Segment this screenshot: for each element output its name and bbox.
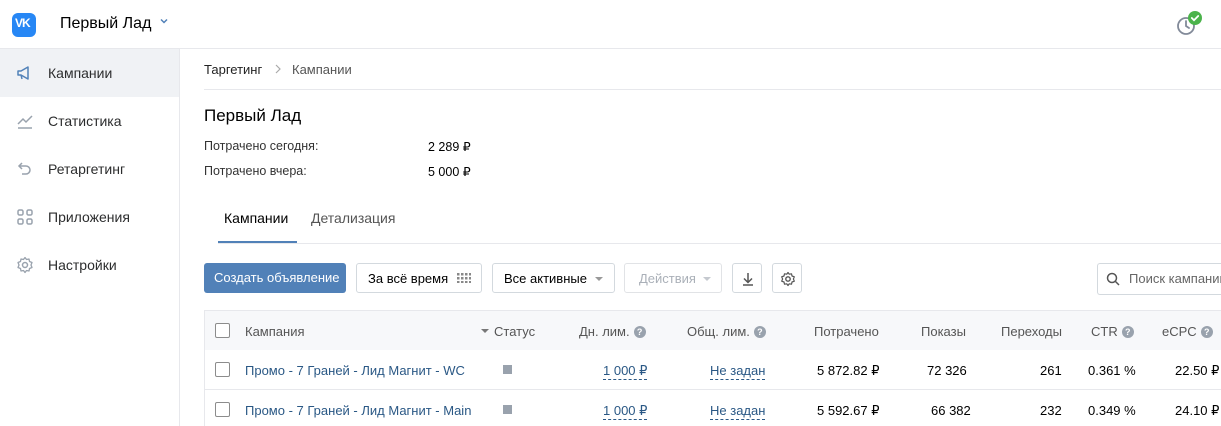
help-icon[interactable]: ? bbox=[1121, 326, 1134, 338]
moderation-status-button[interactable] bbox=[1175, 11, 1205, 41]
campaign-name-link[interactable]: Промо - 7 Граней - Лид Магнит - WC bbox=[245, 363, 465, 378]
download-icon bbox=[743, 273, 753, 286]
ecpc-value: 22.50 ₽ bbox=[1175, 363, 1220, 378]
campaign-search[interactable] bbox=[1097, 263, 1221, 295]
daily-limit-link[interactable]: 1 000 ₽ bbox=[603, 363, 648, 380]
table-row[interactable]: Промо - 7 Граней - Лид Магнит - Main 1 0… bbox=[204, 390, 1221, 426]
megaphone-icon bbox=[17, 66, 29, 80]
col-daily-limit[interactable]: Дн. лим.? bbox=[579, 324, 646, 339]
main-content: Таргетинг Кампании Первый Лад Потрачено … bbox=[180, 49, 1221, 426]
gear-icon bbox=[781, 271, 795, 287]
help-icon[interactable]: ? bbox=[753, 326, 766, 338]
row-checkbox[interactable] bbox=[215, 402, 230, 417]
retarget-icon bbox=[17, 162, 31, 175]
apps-icon bbox=[17, 209, 33, 225]
col-total-limit[interactable]: Общ. лим.? bbox=[687, 324, 766, 339]
chevron-down-icon bbox=[595, 277, 603, 281]
col-campaign[interactable]: Кампания bbox=[245, 324, 305, 339]
tab-details[interactable]: Детализация bbox=[311, 210, 395, 226]
clicks-value: 261 bbox=[1040, 363, 1062, 378]
actions-dropdown[interactable]: Действия bbox=[624, 263, 722, 293]
select-all-checkbox[interactable] bbox=[215, 323, 230, 338]
chevron-down-icon bbox=[703, 277, 711, 281]
chevron-right-icon bbox=[275, 64, 281, 74]
sidebar-item-label: Настройки bbox=[48, 257, 117, 273]
sidebar-item-statistics[interactable]: Статистика bbox=[0, 97, 179, 145]
help-icon[interactable]: ? bbox=[1200, 326, 1213, 338]
sidebar: Кампании Статистика Ретаргетинг Приложен… bbox=[0, 49, 180, 426]
table-settings-button[interactable] bbox=[772, 263, 802, 293]
col-ecpc[interactable]: eCPC? bbox=[1162, 324, 1213, 339]
spent-yesterday-value: 5 000 ₽ bbox=[428, 165, 471, 179]
search-icon bbox=[1106, 272, 1120, 286]
status-indicator bbox=[503, 365, 512, 374]
tab-campaigns[interactable]: Кампании bbox=[224, 210, 288, 226]
col-clicks[interactable]: Переходы bbox=[1001, 324, 1062, 339]
spent-yesterday-label: Потрачено вчера: bbox=[204, 164, 307, 178]
sidebar-item-label: Ретаргетинг bbox=[48, 161, 126, 177]
table-row[interactable]: Промо - 7 Граней - Лид Магнит - WC 1 000… bbox=[204, 350, 1221, 390]
col-ctr[interactable]: CTR? bbox=[1091, 324, 1134, 339]
chevron-down-icon[interactable] bbox=[160, 17, 168, 25]
download-button[interactable] bbox=[732, 263, 762, 293]
total-limit-link[interactable]: Не задан bbox=[710, 363, 766, 380]
col-impressions[interactable]: Показы bbox=[921, 324, 966, 339]
sidebar-item-retargeting[interactable]: Ретаргетинг bbox=[0, 145, 179, 193]
campaigns-table: Кампания Статус Дн. лим.? Общ. лим.? Пот… bbox=[204, 310, 1221, 426]
gear-icon bbox=[17, 256, 33, 274]
campaign-name-link[interactable]: Промо - 7 Граней - Лид Магнит - Main bbox=[245, 403, 471, 418]
period-select[interactable]: За всё время bbox=[356, 263, 482, 293]
status-indicator bbox=[503, 405, 512, 414]
divider bbox=[204, 89, 1221, 90]
clicks-value: 232 bbox=[1040, 403, 1062, 418]
impressions-value: 72 326 bbox=[927, 363, 967, 378]
row-checkbox[interactable] bbox=[215, 362, 230, 377]
create-ad-button[interactable]: Создать объявление bbox=[204, 263, 346, 293]
ctr-value: 0.361 % bbox=[1088, 363, 1136, 378]
help-icon[interactable]: ? bbox=[633, 326, 646, 338]
sidebar-item-apps[interactable]: Приложения bbox=[0, 193, 179, 241]
ecpc-value: 24.10 ₽ bbox=[1175, 403, 1220, 418]
breadcrumb-targeting[interactable]: Таргетинг bbox=[204, 62, 262, 77]
total-limit-link[interactable]: Не задан bbox=[710, 403, 766, 420]
sidebar-item-label: Статистика bbox=[48, 113, 122, 129]
col-status[interactable]: Статус bbox=[494, 324, 535, 339]
spent-today-label: Потрачено сегодня: bbox=[204, 139, 319, 153]
breadcrumb-campaigns: Кампании bbox=[292, 62, 352, 77]
table-header: Кампания Статус Дн. лим.? Общ. лим.? Пот… bbox=[204, 310, 1221, 350]
sidebar-item-label: Кампании bbox=[48, 65, 113, 81]
status-filter-select[interactable]: Все активные bbox=[492, 263, 615, 293]
spent-value: 5 592.67 ₽ bbox=[817, 403, 880, 418]
impressions-value: 66 382 bbox=[931, 403, 971, 418]
col-spent[interactable]: Потрачено bbox=[814, 324, 879, 339]
top-bar: VK Первый Лад bbox=[0, 0, 1221, 49]
chart-icon bbox=[17, 115, 33, 129]
spent-today-value: 2 289 ₽ bbox=[428, 140, 471, 154]
sidebar-item-settings[interactable]: Настройки bbox=[0, 241, 179, 289]
daily-limit-link[interactable]: 1 000 ₽ bbox=[603, 403, 648, 420]
account-name[interactable]: Первый Лад bbox=[60, 15, 151, 33]
sidebar-item-campaigns[interactable]: Кампании bbox=[0, 49, 179, 97]
clock-check-icon bbox=[1177, 11, 1202, 35]
vk-logo[interactable]: VK bbox=[12, 13, 36, 37]
ctr-value: 0.349 % bbox=[1088, 403, 1136, 418]
sort-desc-icon[interactable] bbox=[481, 329, 489, 333]
spent-value: 5 872.82 ₽ bbox=[817, 363, 880, 378]
search-input[interactable] bbox=[1129, 271, 1221, 286]
page-title: Первый Лад bbox=[204, 106, 302, 125]
calendar-grid-icon bbox=[457, 273, 471, 283]
sidebar-item-label: Приложения bbox=[48, 209, 130, 225]
divider bbox=[218, 243, 1221, 244]
